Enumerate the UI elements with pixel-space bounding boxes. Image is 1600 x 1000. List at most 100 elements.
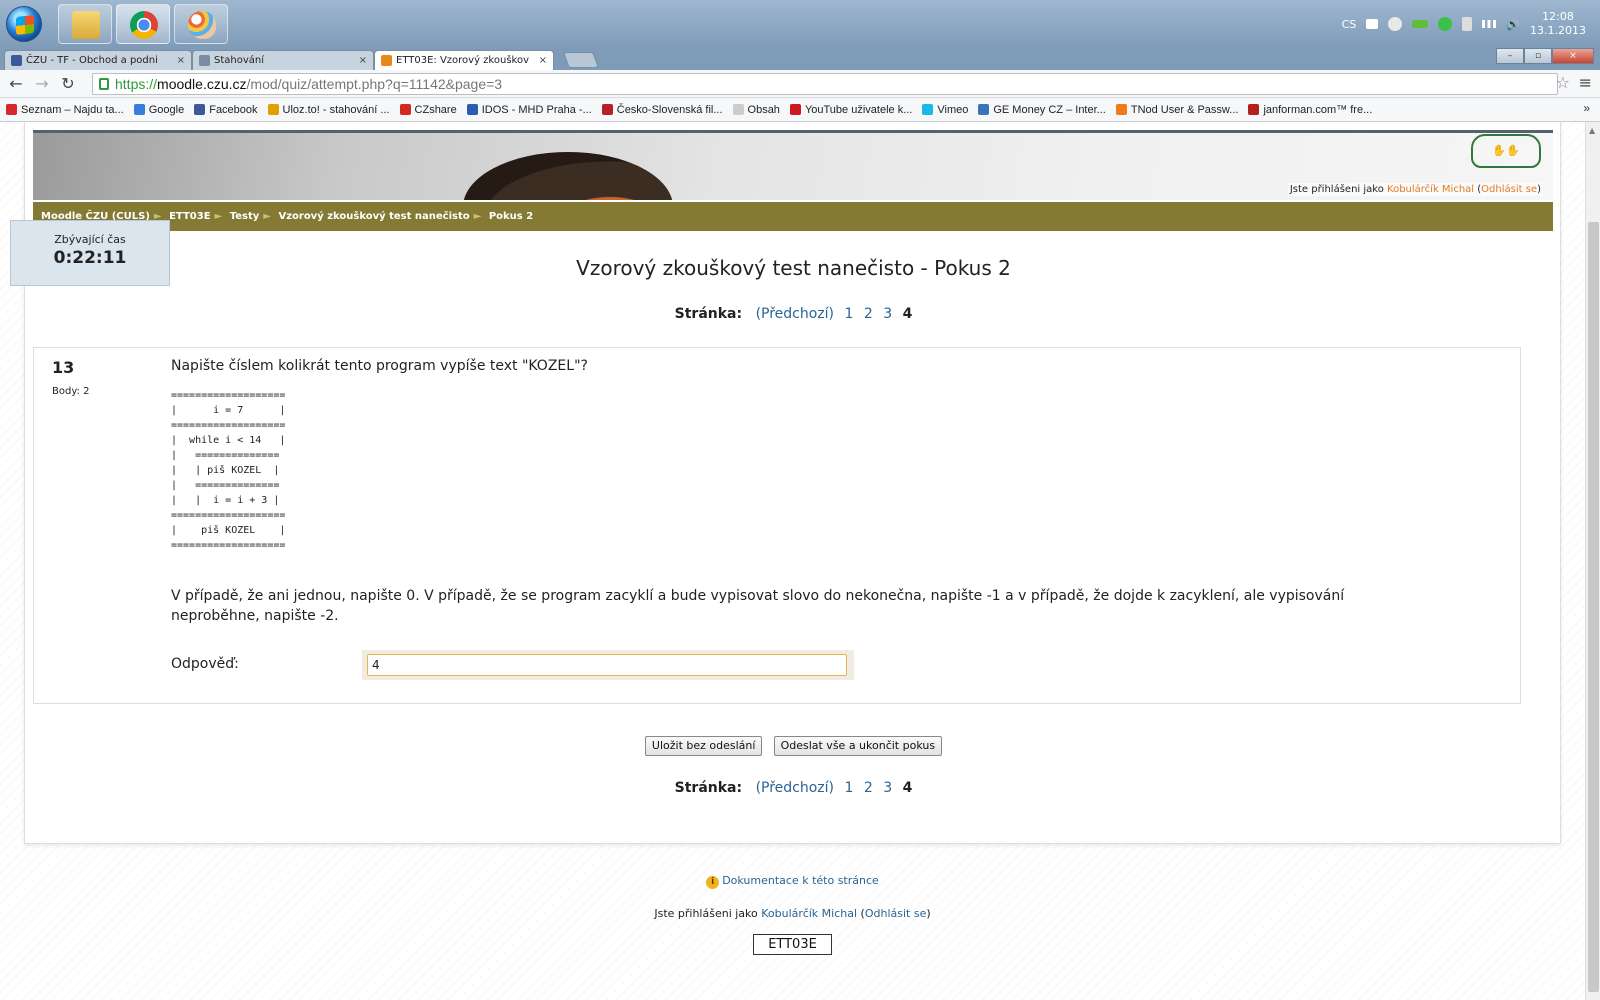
bookmark-label: IDOS - MHD Praha -... bbox=[481, 103, 592, 116]
bookmark-item[interactable]: Vimeo bbox=[922, 104, 968, 116]
documentation-link[interactable]: Dokumentace k této stránce bbox=[722, 874, 879, 887]
battery-icon[interactable] bbox=[1412, 20, 1429, 28]
network-icon[interactable] bbox=[1462, 17, 1473, 31]
user-link[interactable]: Kobulárčík Michal bbox=[761, 907, 857, 920]
bookmark-label: Seznam – Najdu ta... bbox=[21, 103, 124, 116]
question-number: 13 bbox=[52, 358, 75, 377]
pager-previous-link[interactable]: (Předchozí) bbox=[756, 780, 834, 796]
taskbar-chrome-button[interactable] bbox=[116, 4, 170, 44]
bookmark-item[interactable]: TNod User & Passw... bbox=[1115, 103, 1239, 116]
bookmark-item[interactable]: Česko-Slovenská fil... bbox=[601, 103, 723, 116]
bookmark-label: Česko-Slovenská fil... bbox=[616, 103, 723, 116]
bookmark-item[interactable]: Uloz.to! - stahování ... bbox=[267, 104, 390, 116]
save-without-submit-button[interactable]: Uložit bez odeslání bbox=[644, 736, 763, 756]
start-button[interactable] bbox=[6, 6, 42, 42]
maximize-button[interactable]: ▫ bbox=[1524, 48, 1552, 64]
pager-label: Stránka: bbox=[674, 780, 743, 796]
volume-icon[interactable]: 🔊 bbox=[1506, 18, 1520, 31]
url-path: /mod/quiz/attempt.php?q=11142&page=3 bbox=[246, 76, 503, 92]
bookmark-label: janforman.com™ fre... bbox=[1263, 103, 1373, 116]
flag-icon[interactable] bbox=[1366, 19, 1379, 29]
bookmark-star-icon[interactable]: ☆ bbox=[1556, 73, 1570, 92]
bookmark-item[interactable]: Seznam – Najdu ta... bbox=[6, 104, 124, 116]
tab-label: Stahování bbox=[214, 55, 265, 66]
close-window-button[interactable]: × bbox=[1552, 48, 1594, 64]
bookmark-item[interactable]: GE Money CZ – Inter... bbox=[978, 104, 1106, 116]
clock[interactable]: 12:08 13.1.2013 bbox=[1530, 10, 1586, 38]
answer-label: Odpověď: bbox=[171, 656, 239, 672]
bookmark-item[interactable]: Google bbox=[133, 104, 184, 116]
folder-icon bbox=[72, 11, 100, 39]
czu-hands-logo-icon: ✋✋ bbox=[1471, 134, 1541, 168]
taskbar-explorer-button[interactable] bbox=[58, 4, 112, 44]
bookmark-item[interactable]: IDOS - MHD Praha -... bbox=[466, 103, 592, 116]
tab-label: ETT03E: Vzorový zkouškov bbox=[396, 55, 530, 66]
bookmark-label: TNod User & Passw... bbox=[1130, 103, 1239, 116]
app-tray-icon[interactable] bbox=[1388, 17, 1403, 31]
bookmark-item[interactable]: Facebook bbox=[194, 104, 258, 116]
breadcrumb-item[interactable]: ETT03E bbox=[169, 211, 210, 222]
forward-arrow-icon[interactable]: → bbox=[32, 74, 52, 94]
pager-page-2-link[interactable]: 2 bbox=[864, 780, 873, 796]
new-tab-button[interactable] bbox=[563, 52, 599, 68]
tab-quiz-active[interactable]: ETT03E: Vzorový zkouškov × bbox=[374, 50, 554, 70]
scroll-up-arrow-icon[interactable]: ▲ bbox=[1589, 126, 1595, 135]
breadcrumb-separator-icon: ► bbox=[214, 211, 223, 222]
user-link[interactable]: Kobulárčík Michal bbox=[1387, 184, 1474, 195]
tab-close-icon[interactable]: × bbox=[539, 55, 547, 66]
scrollbar-thumb[interactable] bbox=[1588, 222, 1599, 992]
bookmark-favicon-icon bbox=[466, 104, 478, 115]
tab-label: ČZU - TF - Obchod a podni bbox=[26, 55, 158, 66]
tab-stahovani[interactable]: Stahování × bbox=[192, 50, 374, 70]
system-tray: CS 🔊 12:08 13.1.2013 bbox=[1342, 0, 1586, 48]
page-footer: i Dokumentace k této stránce Jste přihláš… bbox=[0, 874, 1585, 955]
logout-link[interactable]: Odhlásit se bbox=[865, 907, 927, 920]
breadcrumb-item[interactable]: Testy bbox=[230, 211, 260, 222]
chrome-menu-icon[interactable]: ≡ bbox=[1579, 73, 1592, 92]
taskbar-paint-button[interactable] bbox=[174, 4, 228, 44]
pager-page-3-link[interactable]: 3 bbox=[883, 306, 892, 322]
pager-page-3-link[interactable]: 3 bbox=[883, 780, 892, 796]
bookmark-item[interactable]: YouTube uživatele k... bbox=[789, 104, 912, 116]
logout-link[interactable]: Odhlásit se bbox=[1481, 184, 1537, 195]
bookmark-item[interactable]: Obsah bbox=[732, 104, 780, 116]
status-tray-icon[interactable] bbox=[1438, 17, 1453, 31]
bookmark-favicon-icon bbox=[6, 104, 17, 115]
answer-input[interactable] bbox=[367, 654, 847, 676]
pager-previous-link[interactable]: (Předchozí) bbox=[756, 306, 834, 322]
bookmark-label: CZshare bbox=[414, 103, 457, 116]
language-indicator[interactable]: CS bbox=[1342, 18, 1357, 31]
breadcrumb: Moodle ČZU (CULS) ► ETT03E ► Testy ► Vzorov… bbox=[33, 202, 1553, 231]
more-bookmarks-icon[interactable]: » bbox=[1583, 101, 1590, 115]
login-prefix: Jste přihlášeni jako bbox=[1289, 184, 1384, 195]
bookmark-item[interactable]: janforman.com™ fre... bbox=[1248, 104, 1372, 116]
minimize-button[interactable]: – bbox=[1496, 48, 1524, 64]
bookmark-favicon-icon bbox=[789, 104, 801, 115]
address-bar[interactable]: https://moodle.czu.cz/mod/quiz/attempt.p… bbox=[92, 73, 1558, 95]
tab-close-icon[interactable]: × bbox=[359, 55, 367, 66]
question-code-listing: =================== | i = 7 | ==========… bbox=[171, 390, 286, 551]
reload-icon[interactable]: ↻ bbox=[58, 74, 78, 94]
tab-czu-obchod[interactable]: ČZU - TF - Obchod a podni × bbox=[4, 50, 192, 70]
signal-icon[interactable] bbox=[1482, 20, 1497, 28]
bookmark-favicon-icon bbox=[601, 104, 613, 115]
breadcrumb-separator-icon: ► bbox=[263, 211, 271, 222]
question-block: 13 Body: 2 Napište číslem kolikrát tento… bbox=[33, 347, 1521, 704]
submit-all-button[interactable]: Odeslat vše a ukončit pokus bbox=[773, 736, 943, 756]
course-home-link[interactable]: ETT03E bbox=[753, 934, 832, 955]
tab-close-icon[interactable]: × bbox=[177, 55, 185, 66]
vertical-scrollbar[interactable]: ▲ bbox=[1585, 122, 1600, 1000]
info-icon: i bbox=[706, 876, 720, 889]
pager-page-1-link[interactable]: 1 bbox=[844, 306, 853, 322]
pager-page-1-link[interactable]: 1 bbox=[844, 780, 853, 796]
pager-page-2-link[interactable]: 2 bbox=[864, 306, 873, 322]
breadcrumb-item[interactable]: Vzorový zkouškový test nanečisto bbox=[278, 211, 469, 222]
bookmark-favicon-icon bbox=[194, 104, 206, 115]
quiz-actions: Uložit bez odeslání Odeslat vše a ukonči… bbox=[25, 734, 1562, 756]
bookmark-item[interactable]: CZshare bbox=[399, 103, 457, 116]
pager-label: Stránka: bbox=[674, 306, 743, 322]
moodle-page: ✋✋ Jste přihlášeni jako Kobulárčík Micha… bbox=[24, 122, 1561, 844]
back-arrow-icon[interactable]: ← bbox=[6, 74, 26, 94]
header-login-info: Jste přihlášeni jako Kobulárčík Michal (… bbox=[1287, 183, 1543, 196]
pager-current-page: 4 bbox=[902, 306, 913, 322]
